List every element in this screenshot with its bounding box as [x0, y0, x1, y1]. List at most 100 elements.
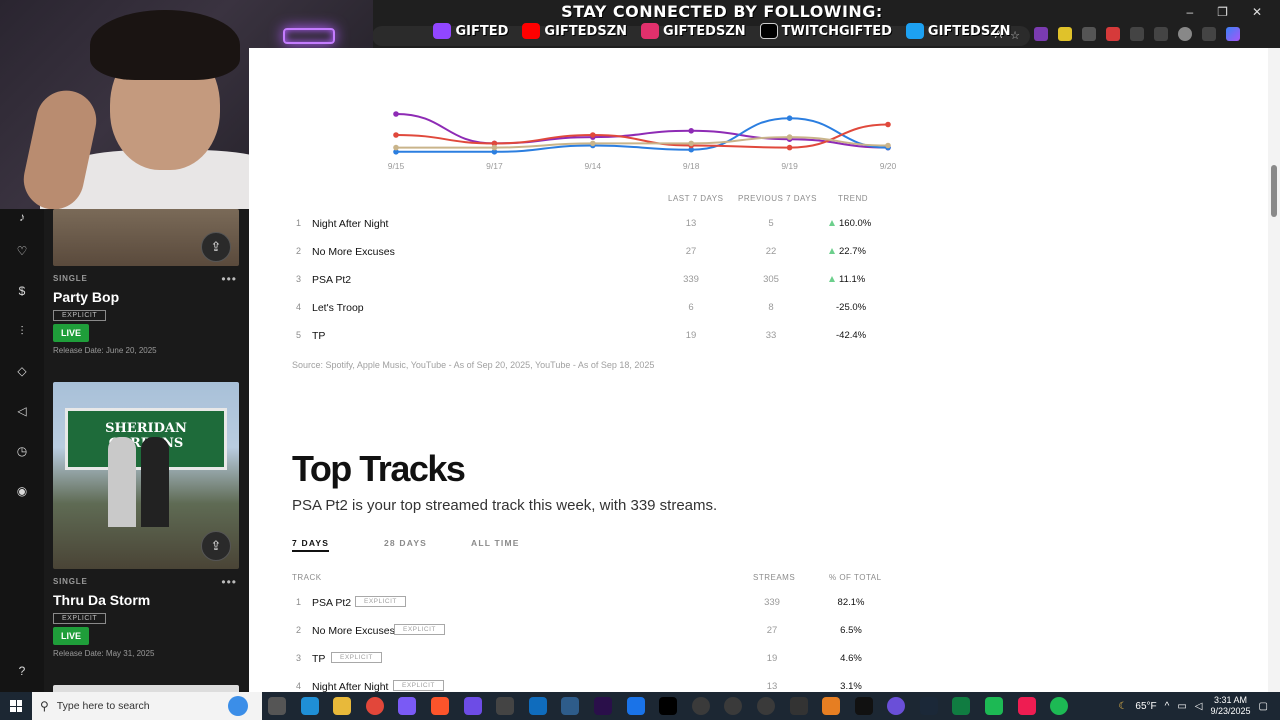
steam-icon[interactable]: [919, 697, 938, 715]
track-name[interactable]: Night After Night: [312, 218, 388, 230]
row-index: 2: [296, 625, 302, 635]
series-point[interactable]: [393, 144, 399, 151]
series-point[interactable]: [590, 140, 596, 147]
premiere-icon[interactable]: [593, 697, 612, 715]
ccleaner-icon[interactable]: [561, 697, 580, 715]
app-icon[interactable]: [463, 697, 482, 715]
tab-all-time[interactable]: ALL TIME: [471, 538, 520, 548]
notification-icon[interactable]: ▢: [1259, 701, 1268, 712]
trend-text: 22.7%: [839, 246, 866, 257]
tab-7-days[interactable]: 7 DAYS: [292, 538, 330, 552]
extension-icon[interactable]: [1106, 27, 1120, 41]
track-name[interactable]: No More Excuses: [312, 246, 395, 258]
track-name[interactable]: Night After Night: [312, 681, 388, 692]
file-explorer-icon[interactable]: [333, 697, 352, 715]
dollar-icon[interactable]: $: [14, 283, 30, 299]
chrome-icon[interactable]: [365, 697, 384, 715]
explicit-badge: EXPLICIT: [393, 680, 444, 691]
epic-games-icon[interactable]: [854, 697, 873, 715]
track-name[interactable]: TP: [312, 653, 325, 665]
series-point[interactable]: [885, 142, 891, 149]
share-icon[interactable]: ⇪: [201, 232, 231, 262]
taskbar-clock[interactable]: 3:31 AM 9/23/2025: [1211, 695, 1251, 717]
app-icon[interactable]: [756, 697, 775, 715]
copilot-app-icon[interactable]: [398, 697, 417, 715]
release-more-button[interactable]: •••: [221, 272, 237, 286]
track-name[interactable]: TP: [312, 330, 325, 342]
app-icon[interactable]: [691, 697, 710, 715]
release-artwork[interactable]: [53, 685, 239, 692]
history-icon[interactable]: ◷: [14, 443, 30, 459]
outlook-icon[interactable]: [528, 697, 547, 715]
taskbar-search[interactable]: ⚲ Type here to search: [32, 692, 262, 720]
brave-icon[interactable]: [430, 697, 449, 715]
copilot-icon[interactable]: [1226, 27, 1240, 41]
close-icon[interactable]: ✕: [1252, 5, 1262, 19]
video-app-icon[interactable]: [789, 697, 808, 715]
track-name[interactable]: PSA Pt2: [312, 597, 351, 609]
excel-icon[interactable]: [952, 697, 971, 715]
windows-start-icon[interactable]: [10, 700, 22, 712]
scrollbar-thumb[interactable]: [1271, 165, 1277, 217]
capcut-icon[interactable]: [1017, 697, 1036, 715]
series-point[interactable]: [786, 134, 793, 140]
series-point[interactable]: [688, 140, 694, 147]
stream-banner: STAY CONNECTED BY FOLLOWING: GIFTED GIFT…: [372, 0, 1072, 48]
trend-value: -42.4%: [836, 330, 867, 341]
series-point[interactable]: [393, 132, 399, 138]
clock-date: 9/23/2025: [1210, 706, 1251, 716]
release-artwork[interactable]: ⇪: [53, 209, 239, 266]
weather-temp[interactable]: 65°F: [1135, 701, 1156, 712]
diamond-icon[interactable]: ◇: [14, 363, 30, 379]
x-tick-label: 9/17: [486, 161, 503, 171]
track-name[interactable]: No More Excuses: [312, 625, 395, 637]
release-title[interactable]: Thru Da Storm: [53, 592, 150, 608]
series-point[interactable]: [393, 111, 399, 117]
series-point[interactable]: [491, 144, 498, 151]
col-header-prev7: PREVIOUS 7 DAYS: [738, 194, 817, 203]
favorites-icon[interactable]: [1154, 27, 1168, 41]
sliders-icon[interactable]: ⫶: [14, 323, 30, 339]
app-icon[interactable]: [626, 697, 645, 715]
profile-icon[interactable]: [1178, 27, 1192, 41]
track-name[interactable]: PSA Pt2: [312, 274, 351, 286]
page-scrollbar[interactable]: [1268, 48, 1280, 692]
tiktok-app-icon[interactable]: [659, 697, 678, 715]
share-icon[interactable]: ⇪: [201, 531, 231, 561]
task-view-icon[interactable]: [268, 697, 286, 715]
record-icon[interactable]: ◉: [14, 483, 30, 499]
series-point[interactable]: [688, 128, 694, 134]
track-name[interactable]: Let's Troop: [312, 302, 364, 314]
series-point[interactable]: [590, 132, 596, 138]
store-icon[interactable]: [496, 697, 515, 715]
minimize-icon[interactable]: –: [1186, 5, 1193, 19]
volume-icon[interactable]: ◁: [1195, 701, 1203, 712]
megaphone-icon[interactable]: ◁: [14, 403, 30, 419]
series-point[interactable]: [885, 121, 891, 128]
network-icon[interactable]: ▭: [1177, 701, 1186, 712]
help-icon[interactable]: ?: [14, 663, 30, 679]
twitter-icon: [905, 23, 924, 39]
refresh-icon[interactable]: [1130, 27, 1144, 41]
media-icon[interactable]: [1082, 27, 1096, 41]
row-index: 2: [296, 246, 302, 256]
app-icon[interactable]: [887, 697, 906, 715]
obs-icon[interactable]: [724, 697, 743, 715]
more-icon[interactable]: [1202, 27, 1216, 41]
app-icon[interactable]: [985, 697, 1004, 715]
heart-icon[interactable]: ♡: [14, 243, 30, 259]
series-point[interactable]: [786, 115, 793, 121]
release-artwork[interactable]: SHERIDAN GARDENS ⇪: [53, 382, 239, 569]
music-note-icon[interactable]: ♪: [14, 209, 30, 225]
social-youtube: GIFTEDSZN: [522, 23, 627, 39]
release-more-button[interactable]: •••: [221, 575, 237, 589]
tab-28-days[interactable]: 28 DAYS: [384, 538, 427, 548]
trend-value: 11.1%: [829, 274, 865, 285]
spotify-icon[interactable]: [1050, 697, 1069, 715]
series-point[interactable]: [786, 144, 793, 151]
edge-icon[interactable]: [300, 697, 319, 715]
vlc-icon[interactable]: [822, 697, 841, 715]
release-title[interactable]: Party Bop: [53, 289, 119, 305]
restore-icon[interactable]: ❐: [1217, 5, 1228, 19]
chevron-up-icon[interactable]: ^: [1165, 701, 1170, 712]
